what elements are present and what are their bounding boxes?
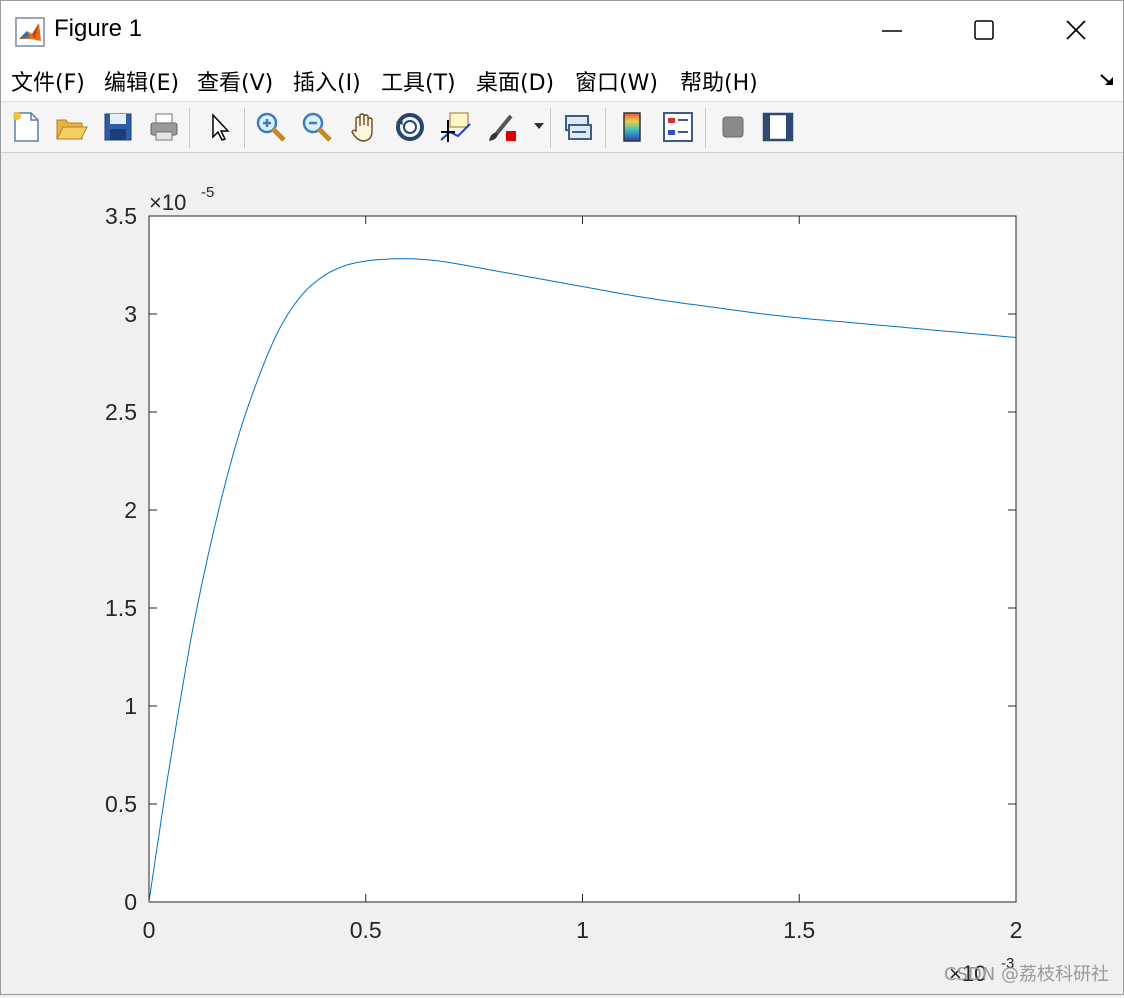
dock-arrow-icon[interactable] (1099, 73, 1115, 87)
figure-toolbar (1, 102, 1123, 153)
toolbar-separator (705, 108, 706, 148)
new-figure-button[interactable] (9, 110, 43, 144)
title-bar: Figure 1 (1, 1, 1123, 57)
show-plot-tools-icon (762, 112, 794, 142)
y-exponent-power: -5 (201, 184, 214, 201)
print-button[interactable] (147, 110, 181, 144)
menu-edit[interactable]: 编辑(E) (104, 65, 179, 97)
new-figure-icon (13, 112, 39, 142)
x-tick-label: 1.5 (783, 917, 815, 943)
print-icon (150, 113, 178, 141)
menu-bar: 文件(F) 编辑(E) 查看(V) 插入(I) 工具(T) 桌面(D) 窗口(W… (1, 57, 1123, 102)
legend-icon (663, 112, 693, 142)
insert-colorbar-button[interactable] (615, 110, 649, 144)
y-tick-label: 1 (124, 693, 137, 719)
save-icon (104, 113, 132, 141)
y-tick-label: 2 (124, 497, 137, 523)
data-cursor-icon (440, 112, 471, 142)
menu-insert[interactable]: 插入(I) (293, 65, 361, 97)
window-title: Figure 1 (54, 15, 143, 42)
menu-file[interactable]: 文件(F) (11, 65, 85, 97)
show-plot-tools-button[interactable] (761, 110, 795, 144)
toolbar-separator (244, 108, 245, 148)
menu-tools[interactable]: 工具(T) (381, 65, 456, 97)
zoom-out-icon (302, 112, 332, 142)
save-button[interactable] (101, 110, 135, 144)
edit-plot-button[interactable] (203, 110, 237, 144)
insert-legend-button[interactable] (661, 110, 695, 144)
y-tick-label: 3.5 (105, 203, 137, 229)
brush-dropdown-icon[interactable] (534, 123, 544, 131)
x-tick-label: 2 (1010, 917, 1023, 943)
matlab-logo-icon (15, 17, 45, 47)
toolbar-separator (550, 108, 551, 148)
menu-help[interactable]: 帮助(H) (680, 65, 758, 97)
zoom-in-icon (256, 112, 286, 142)
y-tick-label: 3 (124, 301, 137, 327)
pan-hand-icon (351, 113, 373, 142)
open-file-icon (56, 119, 88, 140)
menu-view[interactable]: 查看(V) (197, 65, 273, 97)
toolbar-separator (605, 108, 606, 148)
minimize-button[interactable] (845, 1, 937, 57)
rotate-3d-icon (396, 113, 424, 141)
link-plot-icon (565, 115, 592, 140)
line-chart[interactable]: 0 0.5 1 1.5 200.511.522.533.5 ×10 -5 ×10 -3 (1, 153, 1123, 994)
link-plot-button[interactable] (561, 110, 595, 144)
y-tick-label: 1.5 (105, 595, 137, 621)
select-arrow-icon (212, 113, 230, 141)
brush-icon (489, 114, 516, 141)
zoom-in-button[interactable] (254, 110, 288, 144)
x-tick-label: 0.5 (350, 917, 382, 943)
y-tick-label: 0.5 (105, 791, 137, 817)
data-cursor-button[interactable] (438, 110, 472, 144)
hide-plot-tools-icon (722, 116, 744, 138)
y-tick-label: 2.5 (105, 399, 137, 425)
figure-canvas: 0 0.5 1 1.5 2 0 0.5 1 1.5 2 2.5 3 3.5 ×10 -5 ×10 -3 … (1, 153, 1123, 994)
maximize-icon (974, 20, 994, 40)
y-tick-label: 0 (124, 889, 137, 915)
open-file-button[interactable] (54, 110, 88, 144)
brush-button[interactable] (485, 110, 519, 144)
menu-window[interactable]: 窗口(W) (575, 65, 658, 97)
colorbar-icon (623, 112, 641, 142)
close-icon (1066, 20, 1086, 40)
figure-window: Figure 1 文件(F) 编辑(E) 查看(V) 插入(I) 工具(T) 桌… (0, 0, 1124, 995)
y-exponent-label: ×10 -5 (149, 184, 214, 215)
watermark-text: CSDN @荔枝科研社 (943, 964, 1109, 985)
maximize-button[interactable] (937, 1, 1029, 57)
zoom-out-button[interactable] (300, 110, 334, 144)
menu-desktop[interactable]: 桌面(D) (476, 65, 554, 97)
toolbar-separator (189, 108, 190, 148)
pan-button[interactable] (347, 110, 381, 144)
y-exponent-base: ×10 (149, 190, 186, 215)
x-tick-label: 0 (143, 917, 156, 943)
minimize-icon (882, 30, 902, 32)
axes-background (148, 215, 1017, 903)
x-tick-label: 1 (576, 917, 589, 943)
close-button[interactable] (1029, 1, 1121, 57)
hide-plot-tools-button[interactable] (716, 110, 750, 144)
rotate-3d-button[interactable] (393, 110, 427, 144)
